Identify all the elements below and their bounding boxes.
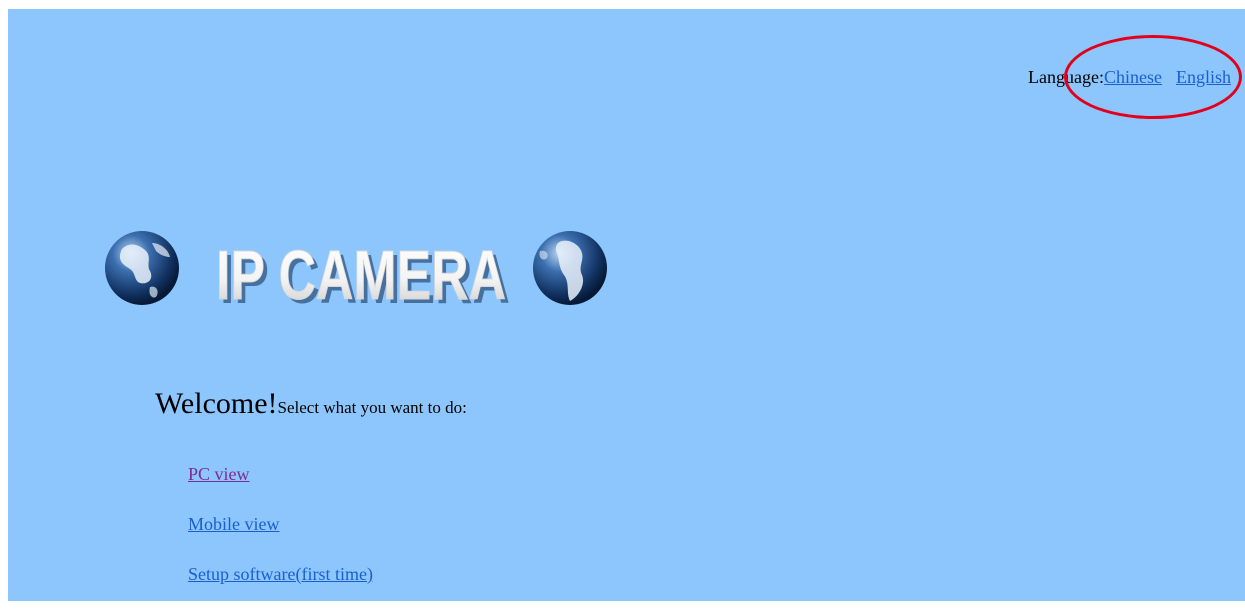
language-english-link[interactable]: English [1176, 67, 1231, 87]
language-label: Language: [1028, 67, 1104, 87]
welcome-prompt: Select what you want to do: [277, 398, 467, 417]
language-chinese-link[interactable]: Chinese [1104, 67, 1162, 87]
welcome-heading: Welcome! [155, 387, 278, 420]
logo-text: IP CAMERA IP CAMERA [216, 236, 511, 314]
action-links: PC view Mobile view Setup software(first… [188, 464, 373, 614]
language-bar: Language:Chinese English [1028, 67, 1231, 88]
welcome-message: Welcome!Select what you want to do: [155, 387, 467, 421]
pc-view-link[interactable]: PC view [188, 464, 373, 489]
globe-icon [533, 231, 607, 305]
svg-text:IP CAMERA: IP CAMERA [216, 236, 506, 313]
mobile-view-link[interactable]: Mobile view [188, 514, 373, 539]
setup-software-link[interactable]: Setup software(first time) [188, 564, 373, 589]
ip-camera-logo: IP CAMERA IP CAMERA [105, 231, 607, 314]
page-background: Language:Chinese English IP CAMERA IP CA… [8, 9, 1245, 601]
globe-icon [105, 231, 179, 305]
